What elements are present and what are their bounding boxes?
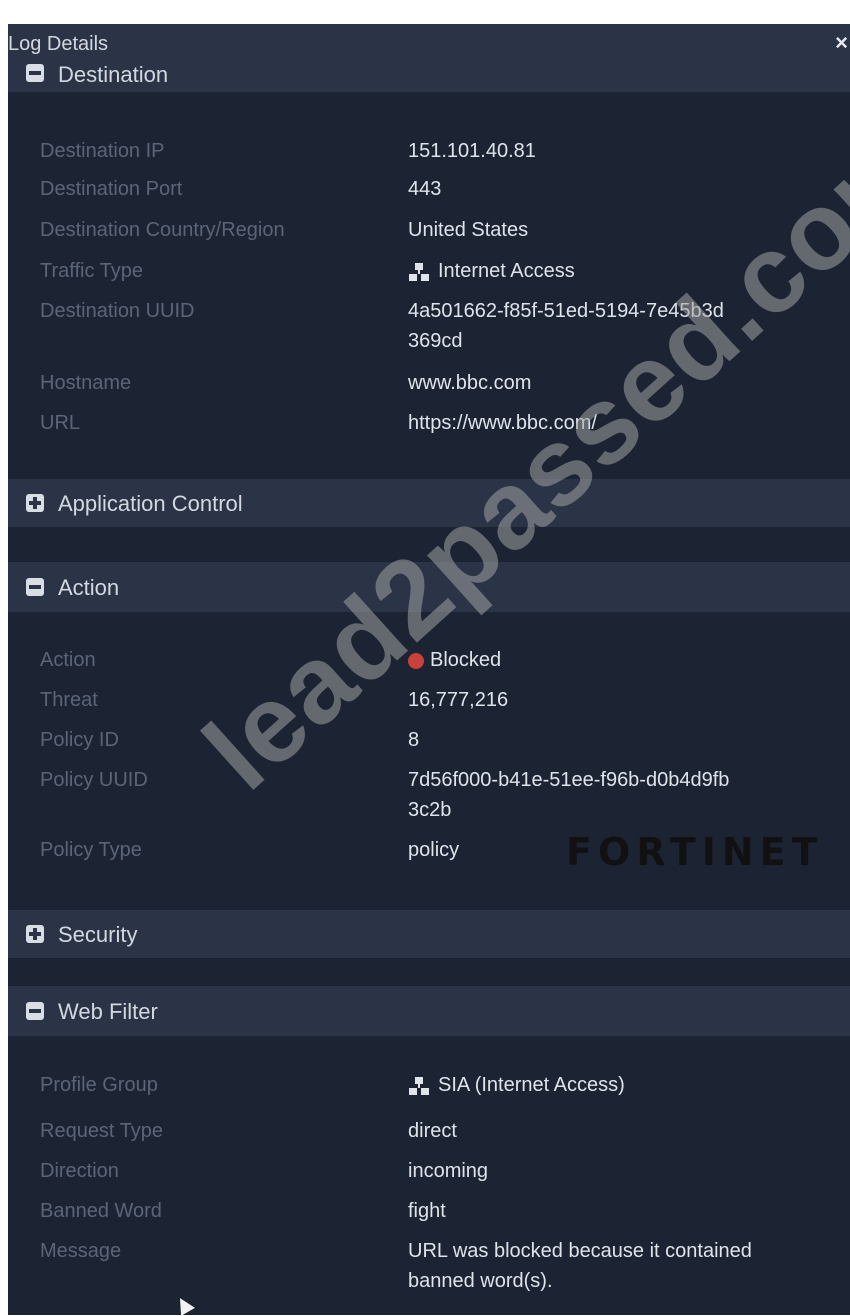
section-title: Action bbox=[58, 575, 120, 600]
action-text: Blocked bbox=[430, 649, 502, 671]
network-icon bbox=[409, 1076, 429, 1095]
title-bar: Log Details × bbox=[8, 24, 850, 58]
section-security-header[interactable]: Security bbox=[8, 910, 850, 958]
profile-group-text: SIA (Internet Access) bbox=[438, 1074, 625, 1096]
minus-icon[interactable] bbox=[26, 578, 44, 596]
section-title: Web Filter bbox=[58, 999, 158, 1024]
policy-id-value: 8 bbox=[408, 729, 420, 751]
direction-value: incoming bbox=[408, 1160, 489, 1182]
destination-uuid-value: 4a501662-f85f-51ed-5194-7e45b3d 369cd bbox=[408, 296, 840, 356]
field-label: Message bbox=[40, 1240, 122, 1262]
panel-title: Log Details bbox=[8, 33, 109, 55]
profile-group-value: SIA (Internet Access) bbox=[408, 1070, 840, 1100]
close-icon[interactable]: × bbox=[835, 30, 848, 56]
destination-country-value: United States bbox=[408, 219, 529, 241]
url-value: https://www.bbc.com/ bbox=[408, 412, 597, 434]
section-title: Destination bbox=[58, 62, 169, 87]
section-application-control-header[interactable]: Application Control bbox=[8, 479, 850, 527]
section-title: Application Control bbox=[58, 491, 243, 516]
field-label: Direction bbox=[40, 1160, 119, 1182]
field-label: Profile Group bbox=[40, 1074, 158, 1096]
field-label: URL bbox=[40, 412, 81, 434]
uuid-line: 7d56f000-b41e-51ee-f96b-d0b4d9fb bbox=[408, 769, 730, 791]
minus-icon[interactable] bbox=[26, 1002, 44, 1020]
threat-value: 16,777,216 bbox=[408, 689, 509, 711]
destination-port-value: 443 bbox=[408, 178, 442, 200]
field-label: Destination IP bbox=[40, 140, 165, 162]
action-value: Blocked bbox=[408, 645, 840, 675]
field-label: Policy Type bbox=[40, 839, 142, 861]
destination-ip-value: 151.101.40.81 bbox=[408, 140, 536, 162]
section-destination-header[interactable]: Destination bbox=[8, 58, 850, 92]
section-title: Security bbox=[58, 922, 138, 947]
blocked-icon bbox=[408, 652, 424, 669]
field-label: Destination Port bbox=[40, 178, 183, 200]
traffic-type-text: Internet Access bbox=[438, 260, 575, 282]
field-label: Threat bbox=[40, 689, 98, 711]
field-label: Request Type bbox=[40, 1120, 164, 1142]
field-label: Destination Country/Region bbox=[40, 219, 285, 241]
traffic-type-value: Internet Access bbox=[408, 256, 840, 286]
field-label: Policy ID bbox=[40, 729, 119, 751]
hostname-value: www.bbc.com bbox=[408, 372, 532, 394]
request-type-value: direct bbox=[408, 1120, 457, 1142]
field-label: Banned Word bbox=[40, 1200, 162, 1222]
field-label: Action bbox=[40, 649, 96, 671]
section-action-header[interactable]: Action bbox=[8, 562, 850, 612]
fortinet-logo: FORTINET bbox=[566, 830, 824, 874]
field-label: Hostname bbox=[40, 372, 132, 394]
uuid-line: 3c2b bbox=[408, 799, 452, 821]
log-details-panel: Log Details × Destination Destination IP… bbox=[8, 24, 850, 1315]
policy-uuid-value: 7d56f000-b41e-51ee-f96b-d0b4d9fb 3c2b bbox=[408, 765, 840, 825]
plus-icon[interactable] bbox=[26, 925, 44, 943]
uuid-line: 369cd bbox=[408, 330, 463, 352]
message-line: URL was blocked because it contained bbox=[408, 1240, 752, 1262]
message-value: URL was blocked because it contained ban… bbox=[408, 1236, 840, 1296]
message-line: banned word(s). bbox=[408, 1270, 553, 1292]
field-label: Policy UUID bbox=[40, 769, 148, 791]
minus-icon[interactable] bbox=[26, 64, 44, 82]
network-icon bbox=[409, 262, 429, 281]
plus-icon[interactable] bbox=[26, 494, 44, 512]
field-label: Destination UUID bbox=[40, 300, 195, 322]
section-web-filter-header[interactable]: Web Filter bbox=[8, 986, 850, 1036]
banned-word-value: fight bbox=[408, 1200, 446, 1222]
uuid-line: 4a501662-f85f-51ed-5194-7e45b3d bbox=[408, 300, 724, 322]
field-label: Traffic Type bbox=[40, 260, 144, 282]
